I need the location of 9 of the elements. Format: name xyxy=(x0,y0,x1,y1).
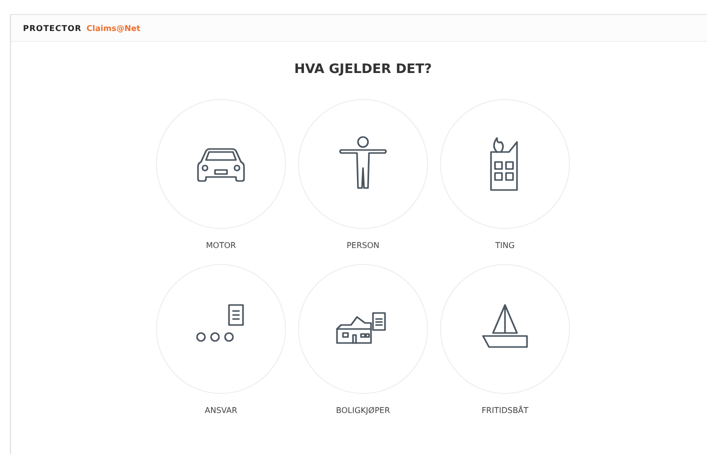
category-label: MOTOR xyxy=(206,241,236,250)
page-heading: HVA GJELDER DET? xyxy=(293,62,433,77)
category-label: TING xyxy=(495,241,515,250)
category-label: PERSON xyxy=(346,241,380,250)
category-label: BOLIGKJØPER xyxy=(336,406,390,415)
brand-logo: PROTECTOR xyxy=(23,24,82,32)
category-label: FRITIDSBÅT xyxy=(482,406,528,415)
product-name: Claims@Net xyxy=(86,24,140,32)
category-label: ANSVAR xyxy=(204,406,238,415)
